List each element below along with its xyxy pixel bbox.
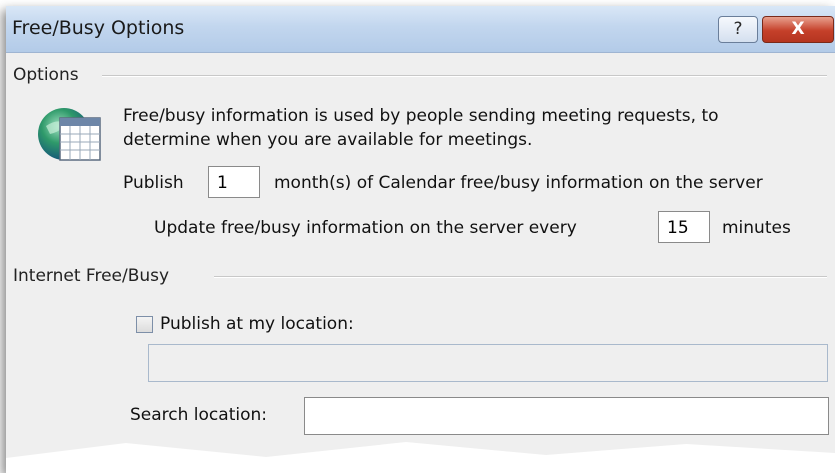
publish-suffix-label: month(s) of Calendar free/busy informati… xyxy=(274,173,763,193)
window-title: Free/Busy Options xyxy=(12,17,185,39)
options-description-line1: Free/busy information is used by people … xyxy=(123,106,719,126)
update-prefix-label: Update free/busy information on the serv… xyxy=(154,218,577,238)
update-minutes-input[interactable]: 15 xyxy=(658,211,710,243)
options-group-divider xyxy=(102,75,827,77)
internet-group-label: Internet Free/Busy xyxy=(13,266,176,286)
options-description-line2: determine when you are available for mee… xyxy=(123,130,533,150)
search-location-input[interactable] xyxy=(304,397,829,435)
help-icon: ? xyxy=(733,19,743,39)
close-icon: X xyxy=(791,19,805,39)
torn-paper-edge xyxy=(6,442,835,473)
publish-at-location-checkbox[interactable] xyxy=(136,316,153,333)
internet-group-divider xyxy=(214,276,827,278)
publish-at-location-label[interactable]: Publish at my location: xyxy=(160,314,354,334)
publish-months-input[interactable]: 1 xyxy=(208,166,260,198)
free-busy-options-dialog: Free/Busy Options ? X Options Free/busy … xyxy=(6,6,835,473)
calendar-globe-icon xyxy=(38,108,101,161)
search-location-label: Search location: xyxy=(130,405,267,425)
close-button[interactable]: X xyxy=(762,16,834,43)
options-group-label: Options xyxy=(13,65,85,85)
update-suffix-label: minutes xyxy=(722,218,791,238)
publish-prefix-label: Publish xyxy=(123,173,184,193)
publish-location-field[interactable] xyxy=(148,344,828,382)
help-button[interactable]: ? xyxy=(718,16,758,43)
title-bar[interactable]: Free/Busy Options ? X xyxy=(6,6,835,53)
